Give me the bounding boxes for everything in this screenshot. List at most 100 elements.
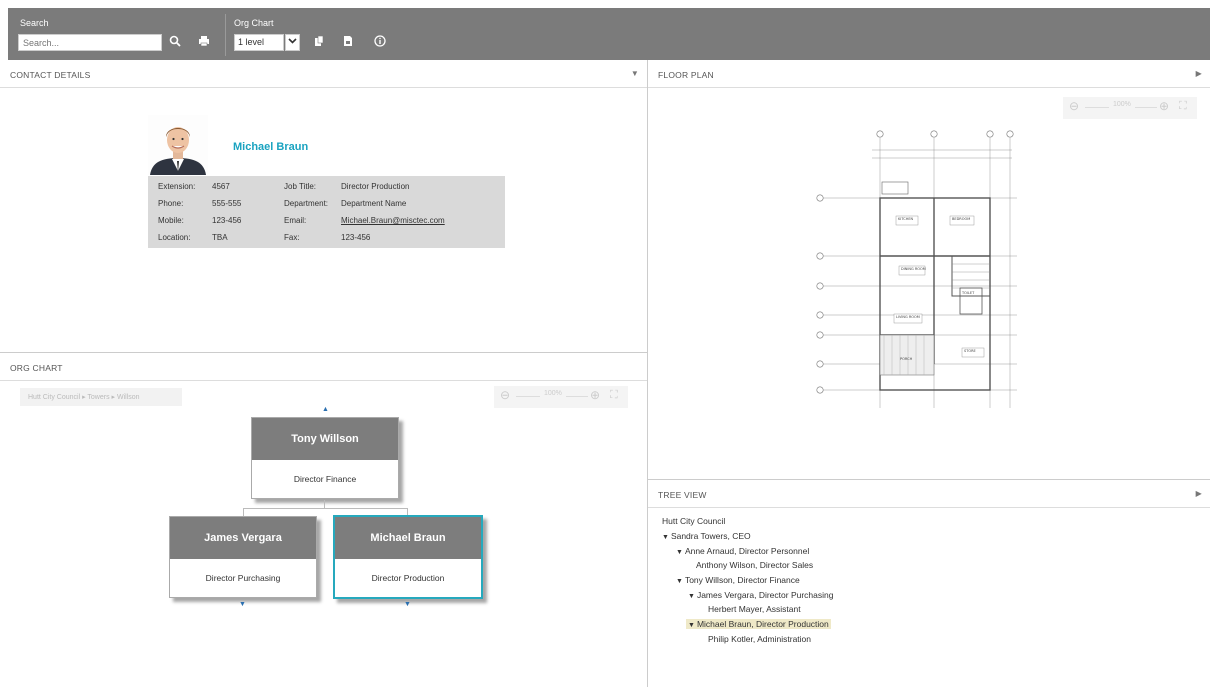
tree-view-title: TREE VIEW [658, 490, 707, 500]
room-label: PORCH [900, 357, 913, 361]
room-label: LIVING ROOM [896, 315, 920, 319]
node-role: Director Purchasing [205, 573, 281, 583]
node-role: Director Production [371, 573, 445, 583]
zoom-track[interactable] [516, 396, 540, 397]
tree-item[interactable]: ▼ James Vergara, Director Purchasing [688, 590, 833, 600]
zoom-level: 100% [544, 390, 562, 397]
toolbar: Search Org Chart 1 level [8, 8, 1210, 60]
tree-item-label: Anthony Wilson, Director Sales [696, 560, 814, 570]
search-input[interactable] [18, 34, 162, 51]
zoom-out-icon[interactable]: ⊖ [1069, 99, 1079, 113]
zoom-track[interactable] [566, 396, 588, 397]
mobile-value: 123-456 [212, 216, 242, 225]
mobile-label: Mobile: [158, 216, 184, 225]
tree-item-label: Anne Arnaud, Director Personnel [684, 546, 810, 556]
job-title-value: Director Production [341, 182, 410, 191]
tree-item-label: Philip Kotler, Administration [708, 634, 811, 644]
email-link[interactable]: Michael.Braun@misctec.com [341, 216, 445, 225]
floor-plan-header: FLOOR PLAN ▶ [648, 60, 1210, 88]
info-icon[interactable] [372, 35, 388, 51]
connector-line [243, 508, 244, 516]
expand-down-icon[interactable]: ▼ [404, 601, 411, 608]
node-name: James Vergara [170, 517, 316, 559]
search-title: Search [20, 18, 49, 28]
expand-up-icon[interactable]: ▲ [322, 406, 329, 413]
node-name: Michael Braun [335, 517, 481, 559]
org-chart-header: ORG CHART [0, 353, 647, 381]
print-icon[interactable] [196, 35, 212, 51]
search-icon[interactable] [167, 35, 183, 51]
tree-item-label: Hutt City Council [662, 516, 726, 526]
collapse-arrow-icon[interactable]: ▼ [631, 69, 639, 78]
contact-info-table: Extension: 4567 Phone: 555-555 Mobile: 1… [148, 176, 505, 248]
export-icon[interactable] [340, 35, 356, 51]
room-label: TOILET [961, 291, 975, 295]
tree-item-label: Tony Willson, Director Finance [684, 575, 800, 585]
contact-name: Michael Braun [233, 141, 309, 153]
caret-down-icon[interactable]: ▼ [688, 593, 695, 600]
tree-item[interactable]: Herbert Mayer, Assistant [708, 604, 801, 614]
floor-plan-title: FLOOR PLAN [658, 70, 714, 80]
tree-item[interactable]: ▼ Sandra Towers, CEO [662, 531, 751, 541]
caret-down-icon[interactable]: ▼ [676, 549, 683, 556]
expand-arrow-icon[interactable]: ▶ [1196, 69, 1202, 78]
breadcrumb[interactable]: Hutt City Council ▸ Towers ▸ Willson [20, 388, 182, 406]
room-label: BEDROOM [952, 217, 970, 221]
caret-down-icon[interactable]: ▼ [676, 578, 683, 585]
extension-label: Extension: [158, 182, 196, 191]
org-node-michael-braun[interactable]: Michael Braun Director Production [333, 515, 483, 599]
tree-item[interactable]: ▼ Anne Arnaud, Director Personnel [676, 546, 809, 556]
org-node-james-vergara[interactable]: James Vergara Director Purchasing [169, 516, 317, 598]
org-zoom-bar: ⊖ 100% ⊕ ⛶ [494, 386, 628, 408]
email-label: Email: [284, 216, 307, 225]
node-role: Director Finance [293, 474, 357, 484]
fax-label: Fax: [284, 233, 300, 242]
zoom-level: 100% [1113, 101, 1131, 108]
contact-details-header: CONTACT DETAILS ▼ [0, 60, 647, 88]
fit-screen-icon[interactable]: ⛶ [1179, 100, 1187, 113]
caret-down-icon[interactable]: ▼ [688, 622, 695, 629]
tree-item-selected[interactable]: ▼ Michael Braun, Director Production [686, 619, 831, 629]
tree-item-label: Herbert Mayer, Assistant [708, 604, 801, 614]
tree-item[interactable]: Anthony Wilson, Director Sales [696, 560, 813, 570]
panel-divider [647, 60, 648, 687]
location-value: TBA [212, 233, 228, 242]
floor-zoom-bar: ⊖ 100% ⊕ ⛶ [1063, 97, 1197, 119]
copy-icon[interactable] [311, 35, 327, 51]
room-label: STORE [964, 349, 976, 353]
caret-down-icon[interactable]: ▼ [662, 534, 669, 541]
level-select[interactable]: 1 level [234, 34, 284, 51]
department-value: Department Name [341, 199, 407, 208]
tree-item[interactable]: ▼ Tony Willson, Director Finance [676, 575, 800, 585]
toolbar-divider [225, 14, 226, 56]
extension-value: 4567 [212, 182, 230, 191]
expand-arrow-icon[interactable]: ▶ [1196, 489, 1202, 498]
fit-screen-icon[interactable]: ⛶ [610, 389, 618, 402]
tree-item-label: Sandra Towers, CEO [670, 531, 751, 541]
floor-plan-drawing[interactable]: KITCHEN BEDROOM DINING ROOM LIVING ROOM … [812, 128, 1022, 413]
zoom-in-icon[interactable]: ⊕ [1159, 99, 1169, 113]
phone-label: Phone: [158, 199, 184, 208]
zoom-out-icon[interactable]: ⊖ [500, 388, 510, 402]
zoom-track[interactable] [1135, 107, 1157, 108]
fax-value: 123-456 [341, 233, 371, 242]
department-label: Department: [284, 199, 329, 208]
phone-value: 555-555 [212, 199, 242, 208]
connector-line [243, 508, 407, 509]
tree-item-label: Michael Braun, Director Production [696, 619, 829, 629]
job-title-label: Job Title: [284, 182, 317, 191]
room-label: KITCHEN [898, 217, 914, 221]
avatar [148, 115, 208, 175]
contact-details-title: CONTACT DETAILS [10, 70, 91, 80]
tree-item-label: James Vergara, Director Purchasing [696, 590, 834, 600]
connector-line [324, 500, 325, 508]
location-label: Location: [158, 233, 191, 242]
chevron-down-icon[interactable] [285, 34, 300, 51]
org-node-tony-willson[interactable]: Tony Willson Director Finance [251, 417, 399, 499]
zoom-track[interactable] [1085, 107, 1109, 108]
tree-item[interactable]: Philip Kotler, Administration [708, 634, 811, 644]
expand-down-icon[interactable]: ▼ [239, 601, 246, 608]
tree-view-header: TREE VIEW ▶ [648, 480, 1210, 508]
tree-item[interactable]: Hutt City Council [662, 516, 725, 526]
zoom-in-icon[interactable]: ⊕ [590, 388, 600, 402]
